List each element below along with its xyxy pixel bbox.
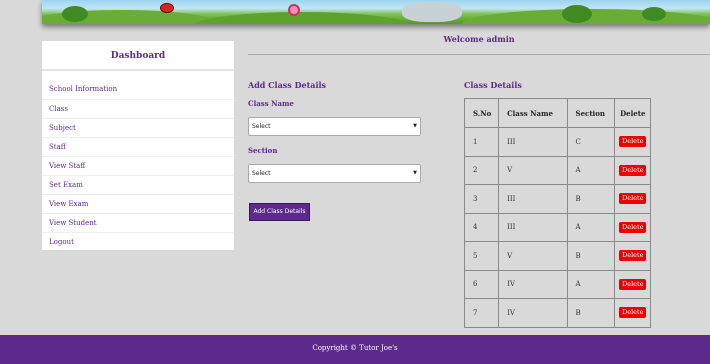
header-divider bbox=[248, 54, 710, 55]
delete-button[interactable]: Delete bbox=[619, 307, 647, 319]
cell-section: A bbox=[566, 155, 616, 185]
cell-section: B bbox=[566, 298, 616, 328]
cell-section: A bbox=[566, 212, 616, 242]
dropdown-arrow-icon: ▼ bbox=[413, 123, 417, 129]
table-row: 6 IV A Delete bbox=[463, 269, 651, 299]
sidebar-item-class[interactable]: Class bbox=[42, 99, 234, 118]
cell-class: III bbox=[498, 127, 568, 157]
table-row: 5 V B Delete bbox=[463, 241, 651, 271]
sidebar-item-set-exam[interactable]: Set Exam bbox=[42, 175, 234, 194]
cell-section: C bbox=[566, 127, 616, 157]
section-select-value: Select bbox=[252, 170, 271, 177]
class-name-label: Class Name bbox=[248, 99, 294, 108]
header-sno: S.No bbox=[463, 98, 500, 128]
rock-illustration bbox=[402, 2, 462, 22]
sidebar-title: Dashboard bbox=[42, 41, 234, 71]
sidebar-item-view-exam[interactable]: View Exam bbox=[42, 194, 234, 213]
table-row: 7 IV B Delete bbox=[463, 298, 651, 328]
class-name-select[interactable]: Select ▼ bbox=[248, 117, 421, 136]
cell-sno: 1 bbox=[463, 127, 500, 157]
header-banner bbox=[42, 0, 710, 24]
cell-class: V bbox=[498, 155, 568, 185]
table-row: 3 III B Delete bbox=[463, 184, 651, 214]
form-title: Add Class Details bbox=[248, 80, 327, 90]
cell-section: B bbox=[566, 184, 616, 214]
class-name-select-value: Select bbox=[252, 123, 271, 130]
cell-class: IV bbox=[498, 269, 568, 299]
footer: Copyright © Tutor Joe's bbox=[0, 335, 710, 364]
table-row: 1 III C Delete bbox=[463, 127, 651, 157]
cell-class: V bbox=[498, 241, 568, 271]
dropdown-arrow-icon: ▼ bbox=[413, 170, 417, 176]
cell-sno: 4 bbox=[463, 212, 500, 242]
cell-sno: 2 bbox=[463, 155, 500, 185]
sidebar-item-view-student[interactable]: View Student bbox=[42, 213, 234, 232]
cell-sno: 6 bbox=[463, 269, 500, 299]
delete-button[interactable]: Delete bbox=[619, 136, 647, 148]
sidebar-item-subject[interactable]: Subject bbox=[42, 118, 234, 137]
delete-button[interactable]: Delete bbox=[619, 193, 647, 205]
table-row: 2 V A Delete bbox=[463, 155, 651, 185]
cell-section: B bbox=[566, 241, 616, 271]
cell-class: IV bbox=[498, 298, 568, 328]
ladybug-illustration bbox=[160, 3, 174, 13]
header-class-name: Class Name bbox=[498, 98, 568, 128]
add-class-button[interactable]: Add Class Details bbox=[249, 203, 310, 221]
delete-button[interactable]: Delete bbox=[619, 164, 647, 176]
header-delete: Delete bbox=[614, 98, 651, 128]
welcome-message: Welcome admin bbox=[443, 34, 515, 44]
sidebar-menu: School Information Class Subject Staff V… bbox=[42, 80, 234, 251]
section-label: Section bbox=[248, 146, 278, 155]
table-title: Class Details bbox=[464, 80, 522, 90]
class-details-table: S.No Class Name Section Delete 1 III C D… bbox=[463, 98, 651, 328]
cell-section: A bbox=[566, 269, 616, 299]
delete-button[interactable]: Delete bbox=[619, 250, 647, 262]
delete-button[interactable]: Delete bbox=[619, 278, 647, 290]
header-section: Section bbox=[566, 98, 616, 128]
sidebar-item-logout[interactable]: Logout bbox=[42, 232, 234, 251]
sidebar: Dashboard School Information Class Subje… bbox=[42, 41, 234, 250]
sidebar-item-staff[interactable]: Staff bbox=[42, 137, 234, 156]
sidebar-item-school-information[interactable]: School Information bbox=[42, 80, 234, 99]
footer-copyright: Copyright © Tutor Joe's bbox=[312, 344, 398, 352]
table-row: 4 III A Delete bbox=[463, 212, 651, 242]
snail-illustration bbox=[288, 4, 300, 16]
section-select[interactable]: Select ▼ bbox=[248, 164, 421, 183]
table-header-row: S.No Class Name Section Delete bbox=[463, 98, 651, 128]
cell-sno: 5 bbox=[463, 241, 500, 271]
sidebar-item-view-staff[interactable]: View Staff bbox=[42, 156, 234, 175]
cell-sno: 3 bbox=[463, 184, 500, 214]
delete-button[interactable]: Delete bbox=[619, 221, 647, 233]
cell-class: III bbox=[498, 212, 568, 242]
cell-class: III bbox=[498, 184, 568, 214]
cell-sno: 7 bbox=[463, 298, 500, 328]
